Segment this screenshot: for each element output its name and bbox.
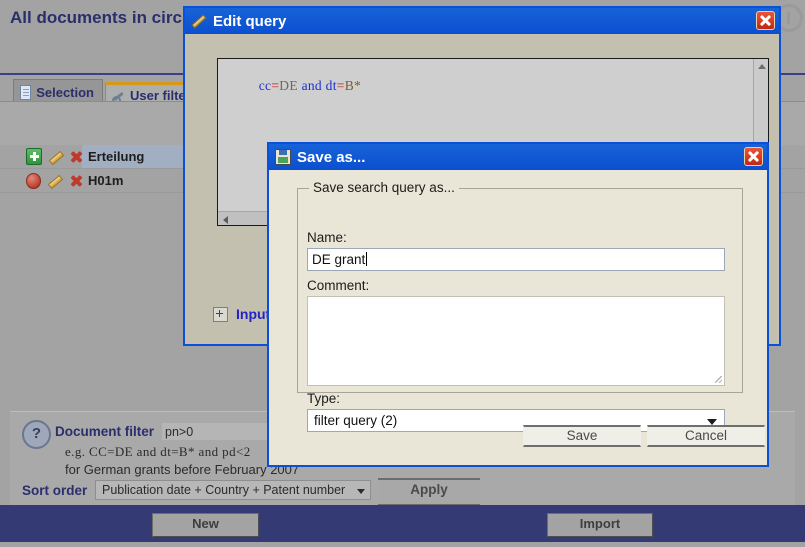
sort-order-value: Publication date + Country + Patent numb… [102, 483, 346, 497]
name-label: Name: [307, 230, 347, 245]
expand-plus-icon[interactable] [213, 306, 228, 322]
save-query-group-legend: Save search query as... [309, 180, 459, 195]
red-x-icon[interactable] [69, 150, 82, 164]
input-section-label: Input [236, 306, 271, 322]
wrench-icon [112, 89, 125, 102]
chevron-down-icon [357, 489, 365, 494]
type-label: Type: [307, 391, 341, 406]
sort-order-select[interactable]: Publication date + Country + Patent numb… [95, 480, 371, 500]
row-action-icons [0, 148, 82, 165]
comment-label: Comment: [307, 278, 370, 293]
query-token-op: = [336, 78, 345, 93]
question-mark-icon[interactable]: ? [22, 420, 51, 449]
green-plus-icon[interactable] [26, 148, 42, 165]
new-button[interactable]: New [152, 513, 259, 537]
page-title: All documents in circ [10, 8, 182, 27]
window-bottom-strip [0, 542, 805, 547]
query-token-value: B* [344, 78, 362, 93]
import-button[interactable]: Import [547, 513, 653, 537]
row-action-icons [0, 172, 82, 189]
close-icon[interactable] [756, 11, 775, 30]
save-as-title-bar[interactable]: Save as... [269, 144, 767, 170]
name-input[interactable]: DE grant [307, 248, 725, 271]
application-window: All documents in circ Selection User fil… [0, 0, 805, 547]
pencil-icon[interactable] [49, 150, 62, 164]
resize-grip-icon[interactable] [714, 375, 722, 383]
pencil-icon [191, 13, 207, 29]
bottom-action-bar: New Import [0, 505, 805, 542]
close-icon[interactable] [744, 147, 763, 166]
edit-query-title-bar[interactable]: Edit query [185, 8, 779, 34]
filter-hint-line-1: e.g. CC=DE and dt=B* and pd<2 [65, 444, 251, 459]
tab-selection-label: Selection [36, 85, 94, 100]
comment-textarea[interactable] [307, 296, 725, 386]
text-cursor [366, 252, 368, 266]
document-icon [20, 85, 32, 100]
query-text: cc=DE and dt=B* [222, 62, 361, 110]
sort-order-label: Sort order [22, 483, 88, 498]
cancel-button[interactable]: Cancel [647, 425, 765, 447]
query-token-field: cc [258, 78, 272, 93]
query-token-value: DE [279, 78, 298, 93]
row-label: Erteilung [88, 149, 145, 164]
save-button[interactable]: Save [523, 425, 641, 447]
scroll-left-icon[interactable] [223, 216, 228, 224]
type-select-value: filter query (2) [314, 413, 398, 428]
scroll-up-icon[interactable] [758, 64, 766, 69]
red-x-icon[interactable] [69, 174, 82, 188]
edit-query-title: Edit query [213, 12, 287, 30]
document-filter-label: Document filter [55, 424, 155, 439]
query-token-field: dt [325, 78, 337, 93]
filter-hint-line-2: for German grants before February 2007 [65, 462, 300, 477]
pencil-icon[interactable] [48, 174, 61, 188]
save-as-dialog: Save as... Save search query as... Name:… [267, 142, 769, 467]
name-input-value: DE grant [312, 252, 366, 267]
query-token-and: and [301, 78, 322, 93]
row-label: H01m [88, 173, 124, 188]
floppy-disk-icon [275, 149, 291, 165]
red-stop-icon[interactable] [26, 172, 42, 189]
save-as-title: Save as... [297, 148, 366, 166]
tab-selection[interactable]: Selection [13, 79, 103, 103]
apply-button[interactable]: Apply [378, 478, 480, 506]
input-section-toggle[interactable]: Input [213, 306, 270, 322]
save-as-body: Save search query as... Name: DE grant C… [269, 170, 767, 465]
